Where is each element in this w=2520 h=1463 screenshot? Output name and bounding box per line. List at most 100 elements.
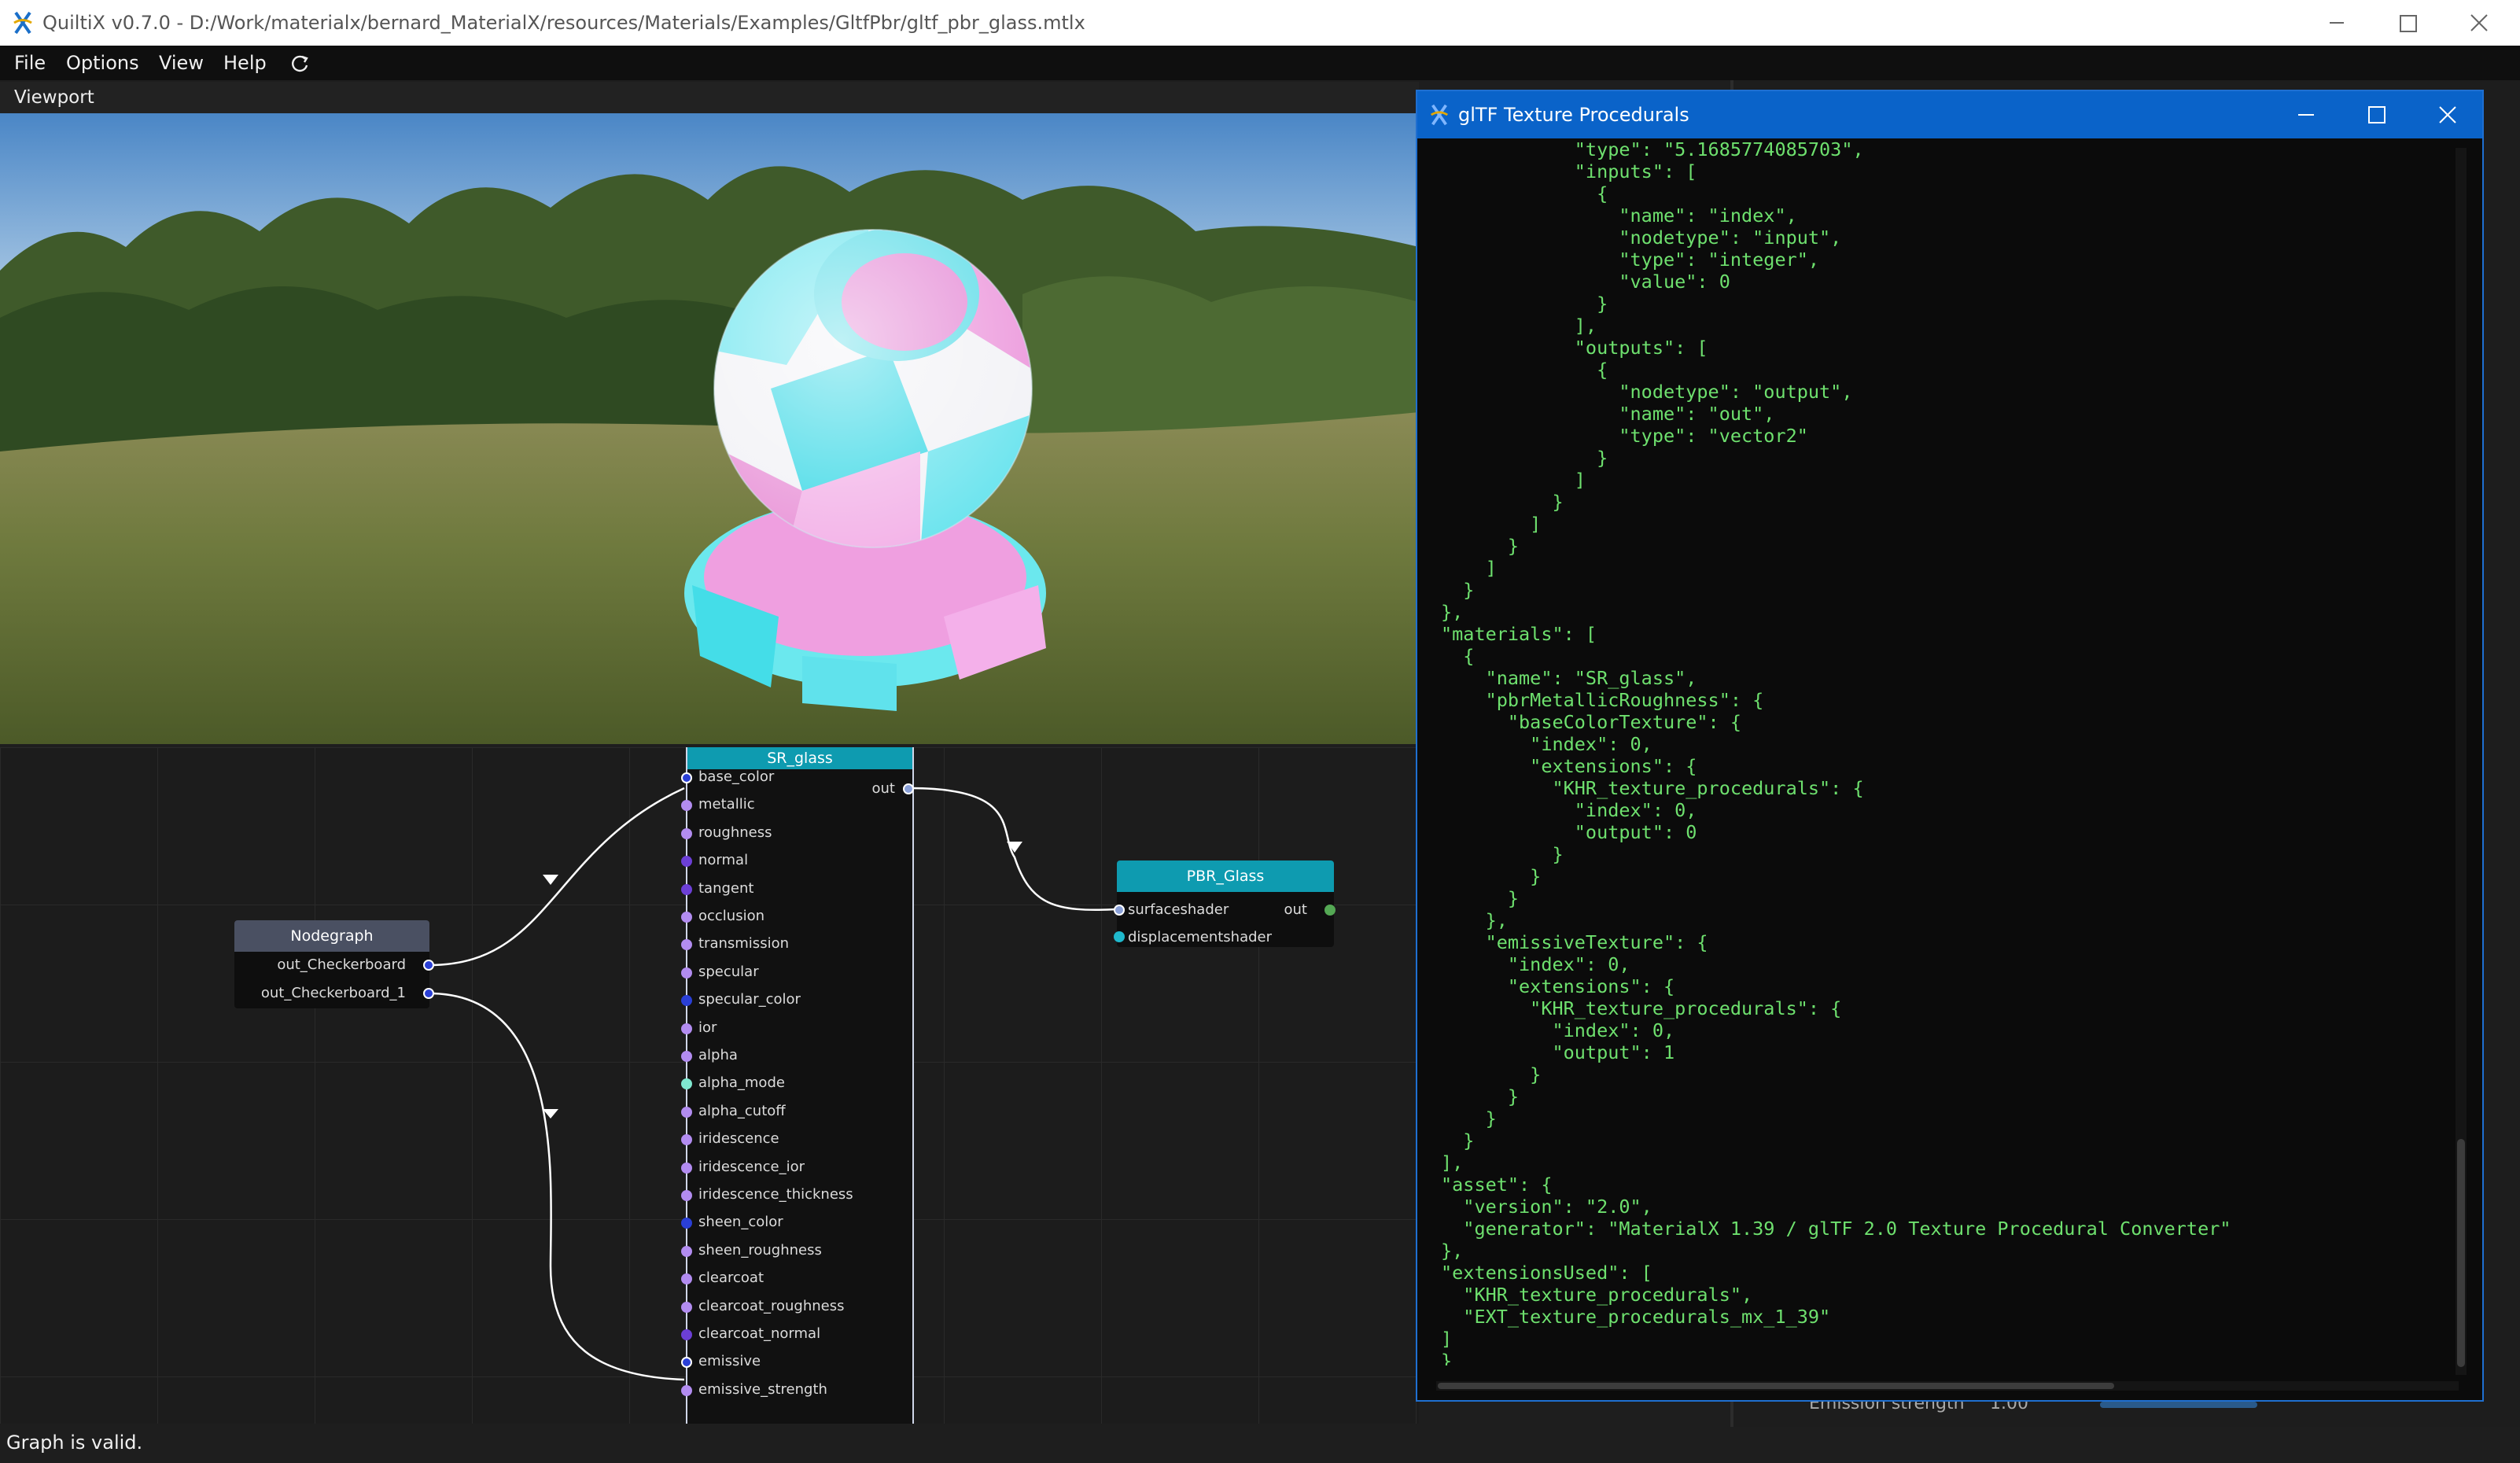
sr-glass-input-label: occlusion	[698, 908, 765, 924]
sr-glass-input-label: alpha_cutoff	[698, 1102, 786, 1119]
pbr-glass-surfaceshader-pin[interactable]	[1114, 905, 1125, 916]
sr-glass-input-pin[interactable]	[681, 1190, 692, 1201]
json-line: "output": 1	[1441, 1041, 1675, 1063]
sr-glass-input-pin[interactable]	[681, 1162, 692, 1174]
horizontal-scrollbar[interactable]	[1436, 1381, 2459, 1391]
viewport-label: Viewport	[14, 87, 94, 108]
json-text-view[interactable]: "type": "5.1685774085703", "inputs": [ {…	[1441, 138, 2432, 1365]
json-line: ],	[1441, 315, 1597, 337]
horizontal-scrollbar-thumb[interactable]	[1438, 1383, 2114, 1389]
json-line: "EXT_texture_procedurals_mx_1_39"	[1441, 1306, 1831, 1328]
sr-glass-input-label: iridescence	[698, 1130, 779, 1148]
menu-file[interactable]: File	[14, 46, 46, 80]
sr-glass-input-label: normal	[698, 852, 749, 869]
sr-glass-input-pin[interactable]	[681, 827, 692, 839]
maximize-button[interactable]	[2375, 6, 2438, 39]
dialog-close-button[interactable]	[2424, 99, 2471, 131]
json-line: ]	[1441, 513, 1542, 535]
json-line: }	[1441, 887, 1520, 909]
sr-glass-input-pin[interactable]	[681, 856, 692, 868]
sr-glass-input-pin[interactable]	[681, 995, 692, 1007]
json-line: }	[1441, 447, 1608, 469]
sr-glass-input-label: alpha_mode	[698, 1074, 785, 1092]
sr-glass-input-label: iridescence_ior	[698, 1158, 805, 1175]
json-line: "type": "5.1685774085703",	[1441, 138, 1864, 160]
vertical-scrollbar-thumb[interactable]	[2457, 1139, 2465, 1367]
json-line: }	[1441, 1107, 1497, 1129]
quiltix-logo-icon	[13, 11, 32, 35]
json-content: "type": "5.1685774085703", "inputs": [ {…	[1441, 138, 2432, 1350]
sr-glass-input-pin[interactable]	[681, 772, 692, 783]
sr-glass-input-pin[interactable]	[681, 1134, 692, 1146]
pbr-glass-displacement-pin[interactable]	[1114, 931, 1125, 942]
dialog-minimize-button[interactable]	[2282, 99, 2330, 131]
nodegraph-node[interactable]: Nodegraph out_Checkerboard out_Checkerbo…	[234, 920, 434, 1008]
json-line: "KHR_texture_procedurals": {	[1441, 777, 1864, 799]
sr-glass-input-pin[interactable]	[681, 939, 692, 951]
sr-glass-input-label: iridescence_thickness	[698, 1186, 853, 1203]
json-line: },	[1441, 601, 1464, 623]
sr-glass-input-pin[interactable]	[681, 967, 692, 978]
sr-glass-output-label: out	[871, 780, 895, 797]
menu-help[interactable]: Help	[223, 46, 267, 80]
sr-glass-input-pin[interactable]	[681, 1106, 692, 1118]
dialog-title: glTF Texture Procedurals	[1458, 104, 1689, 126]
json-line: }	[1441, 865, 1542, 887]
dialog-title-bar[interactable]: glTF Texture Procedurals	[1417, 91, 2482, 138]
viewport-header: Viewport	[0, 82, 1419, 113]
sr-glass-input-pin[interactable]	[681, 1384, 692, 1396]
dialog-maximize-button[interactable]	[2353, 99, 2400, 131]
json-line: }	[1441, 535, 1520, 557]
json-line: "outputs": [	[1441, 337, 1708, 359]
sr-glass-node-title[interactable]: SR_glass	[687, 747, 912, 769]
json-line: "value": 0	[1441, 271, 1730, 293]
sr-glass-input-label: emissive_strength	[698, 1380, 827, 1398]
sr-glass-input-pin[interactable]	[681, 800, 692, 812]
viewport[interactable]	[0, 113, 1419, 744]
menu-view[interactable]: View	[159, 46, 204, 80]
status-text: Graph is valid.	[6, 1432, 143, 1454]
json-line: }	[1441, 491, 1564, 513]
sr-glass-input-pin[interactable]	[681, 883, 692, 895]
menu-bar: File Options View Help	[0, 46, 2520, 80]
sr-glass-input-label: transmission	[698, 935, 789, 953]
nodegraph-output-pin[interactable]	[423, 988, 434, 999]
json-line: "name": "index",	[1441, 205, 1797, 227]
json-line: }	[1441, 1063, 1542, 1085]
pbr-glass-output-pin[interactable]	[1324, 905, 1336, 916]
vertical-scrollbar[interactable]	[2456, 148, 2467, 1375]
sr-glass-input-pin[interactable]	[681, 1051, 692, 1062]
close-button[interactable]	[2446, 6, 2509, 39]
sr-glass-input-pin[interactable]	[681, 1218, 692, 1229]
sr-glass-input-pin[interactable]	[681, 1301, 692, 1313]
viewport-render[interactable]	[0, 113, 1419, 744]
minimize-button[interactable]	[2304, 6, 2367, 39]
sr-glass-input-pin[interactable]	[681, 1245, 692, 1257]
sr-glass-input-label: clearcoat_roughness	[698, 1297, 845, 1314]
pbr-glass-node[interactable]: PBR_Glass surfaceshader out displacement…	[1114, 860, 1336, 947]
reload-icon[interactable]	[288, 52, 311, 76]
sr-glass-output-pin[interactable]	[903, 783, 914, 794]
nodegraph-node-title[interactable]: Nodegraph	[234, 920, 429, 952]
sr-glass-input-pin[interactable]	[681, 1357, 692, 1369]
sr-glass-input-pin[interactable]	[681, 1078, 692, 1090]
gltf-procedurals-dialog[interactable]: glTF Texture Procedurals "type": "5.1685…	[1416, 90, 2484, 1402]
emission-strength-slider[interactable]	[2100, 1402, 2257, 1408]
json-line: "KHR_texture_procedurals",	[1441, 1284, 1753, 1306]
sr-glass-input-pin[interactable]	[681, 912, 692, 923]
json-line: }	[1441, 1129, 1475, 1152]
nodegraph-output-label: out_Checkerboard	[277, 956, 406, 973]
json-line: "KHR_texture_procedurals": {	[1441, 997, 1842, 1019]
menu-options[interactable]: Options	[66, 46, 139, 80]
sr-glass-input-pin[interactable]	[681, 1329, 692, 1340]
sr-glass-node[interactable]: SR_glass out base_color metallic roughness…	[681, 747, 914, 1424]
sr-glass-input-pin[interactable]	[681, 1023, 692, 1034]
sr-glass-input-label: specular_color	[698, 991, 801, 1008]
nodegraph-output-pin[interactable]	[423, 960, 434, 971]
pbr-glass-node-title[interactable]: PBR_Glass	[1117, 860, 1334, 892]
json-line: "version": "2.0",	[1441, 1196, 1652, 1218]
sr-glass-input-pin[interactable]	[681, 1273, 692, 1285]
node-graph-editor[interactable]: Nodegraph out_Checkerboard out_Checkerbo…	[0, 747, 1419, 1424]
json-line: "extensions": {	[1441, 975, 1675, 997]
json-line: }	[1441, 1085, 1520, 1107]
